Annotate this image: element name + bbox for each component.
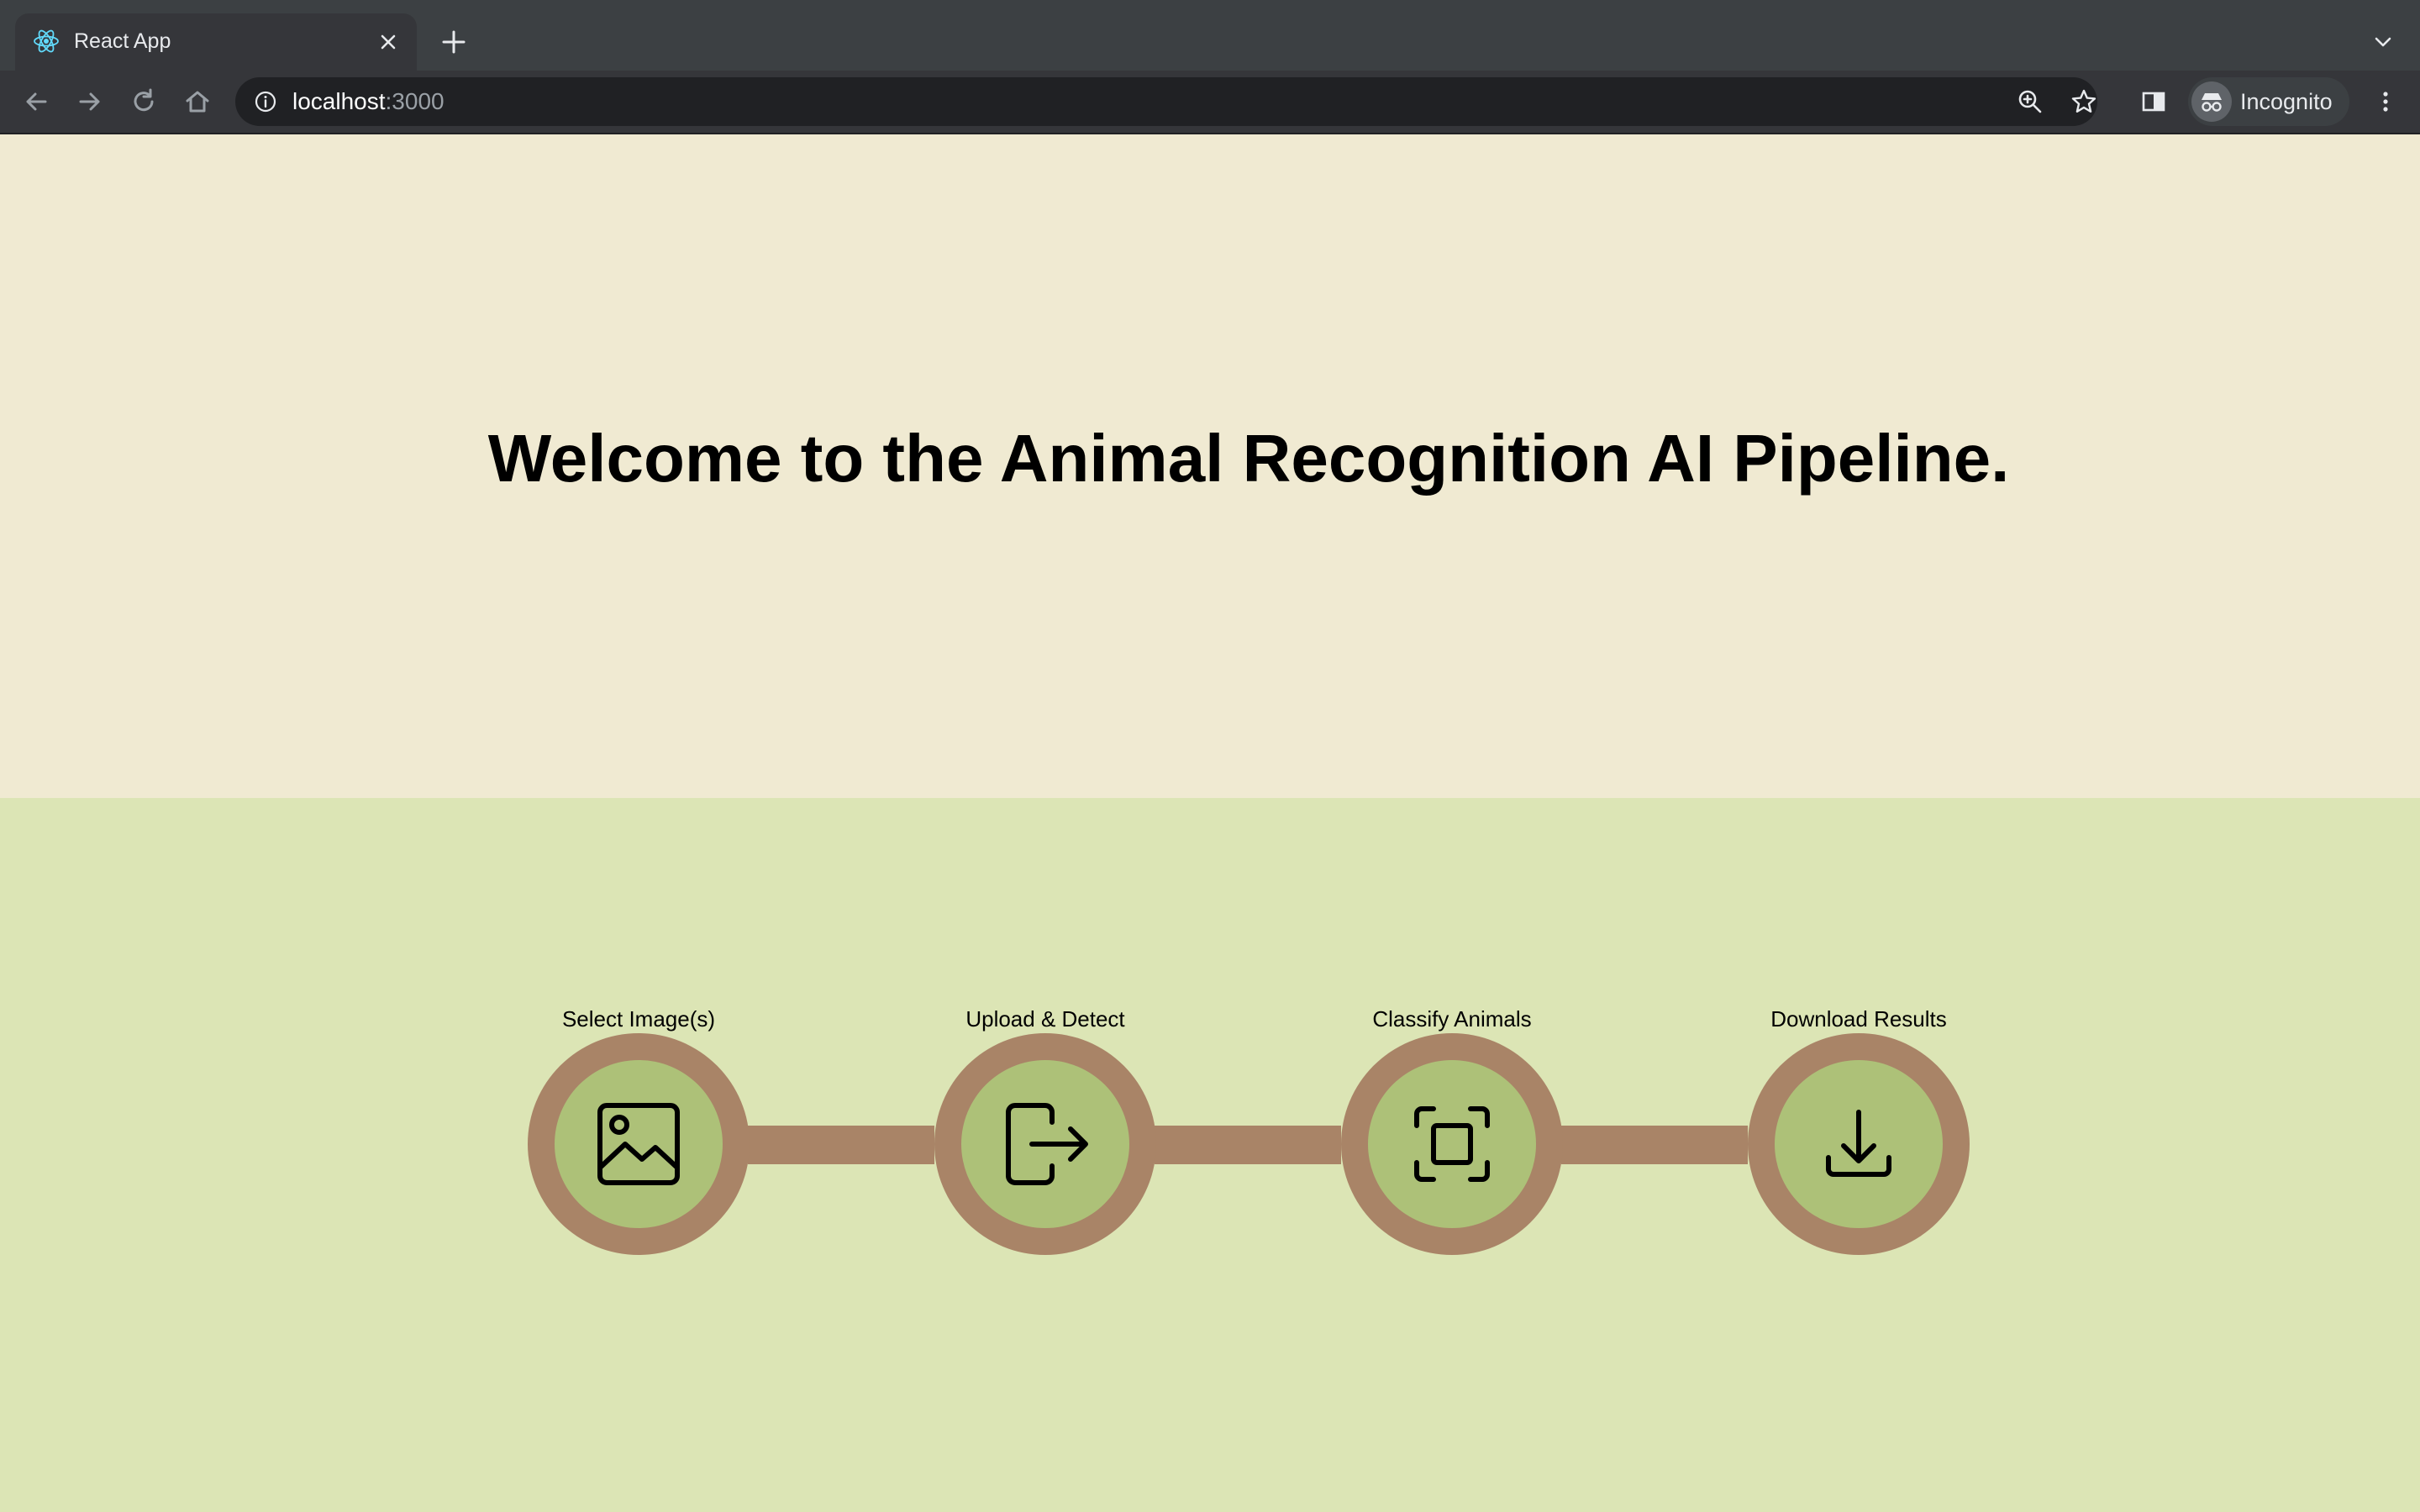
hero-section: Welcome to the Animal Recognition AI Pip… [0,134,2420,798]
upload-detect-button[interactable] [934,1033,1156,1255]
incognito-label: Incognito [2240,89,2333,114]
step-label: Download Results [1770,1006,1947,1032]
site-info-icon[interactable] [254,90,277,113]
select-images-button[interactable] [528,1033,750,1255]
react-logo-icon [34,29,59,53]
url-text: localhost:3000 [292,88,445,114]
chevron-down-icon[interactable] [2371,30,2395,54]
browser-tab[interactable]: React App [15,13,417,71]
image-icon [597,1103,680,1185]
scan-frame-icon [1414,1106,1490,1182]
plus-icon[interactable] [439,27,469,57]
side-panel-icon[interactable] [2138,86,2170,118]
pipeline-section: Select Image(s) Upload & Detect Classify… [0,798,2420,1512]
classify-animals-button[interactable] [1341,1033,1563,1255]
back-arrow-icon[interactable] [20,86,52,118]
download-icon [1826,1110,1891,1177]
pipeline-connector [1561,1126,1748,1164]
pipeline-connector [748,1126,934,1164]
upload-exit-icon [1006,1103,1088,1185]
download-results-button[interactable] [1748,1033,1970,1255]
step-label: Select Image(s) [561,1006,716,1032]
step-label: Upload & Detect [965,1006,1125,1032]
reload-icon[interactable] [128,86,160,118]
address-bar[interactable]: localhost:3000 [235,77,2097,126]
incognito-icon [2191,81,2232,122]
pipeline-connector [1155,1126,1341,1164]
zoom-icon[interactable] [2017,88,2044,115]
browser-toolbar: localhost:3000 Incognito [0,71,2420,134]
close-icon[interactable] [376,30,400,54]
bookmark-star-icon[interactable] [2070,88,2097,115]
tab-title: React App [74,29,171,53]
browser-tabstrip: React App [0,0,2420,71]
more-menu-icon[interactable] [2370,86,2402,118]
home-icon[interactable] [182,86,213,118]
forward-arrow-icon[interactable] [74,86,106,118]
incognito-profile-button[interactable]: Incognito [2188,77,2349,126]
step-label: Classify Animals [1372,1006,1532,1032]
page-title: Welcome to the Animal Recognition AI Pip… [487,421,2010,496]
